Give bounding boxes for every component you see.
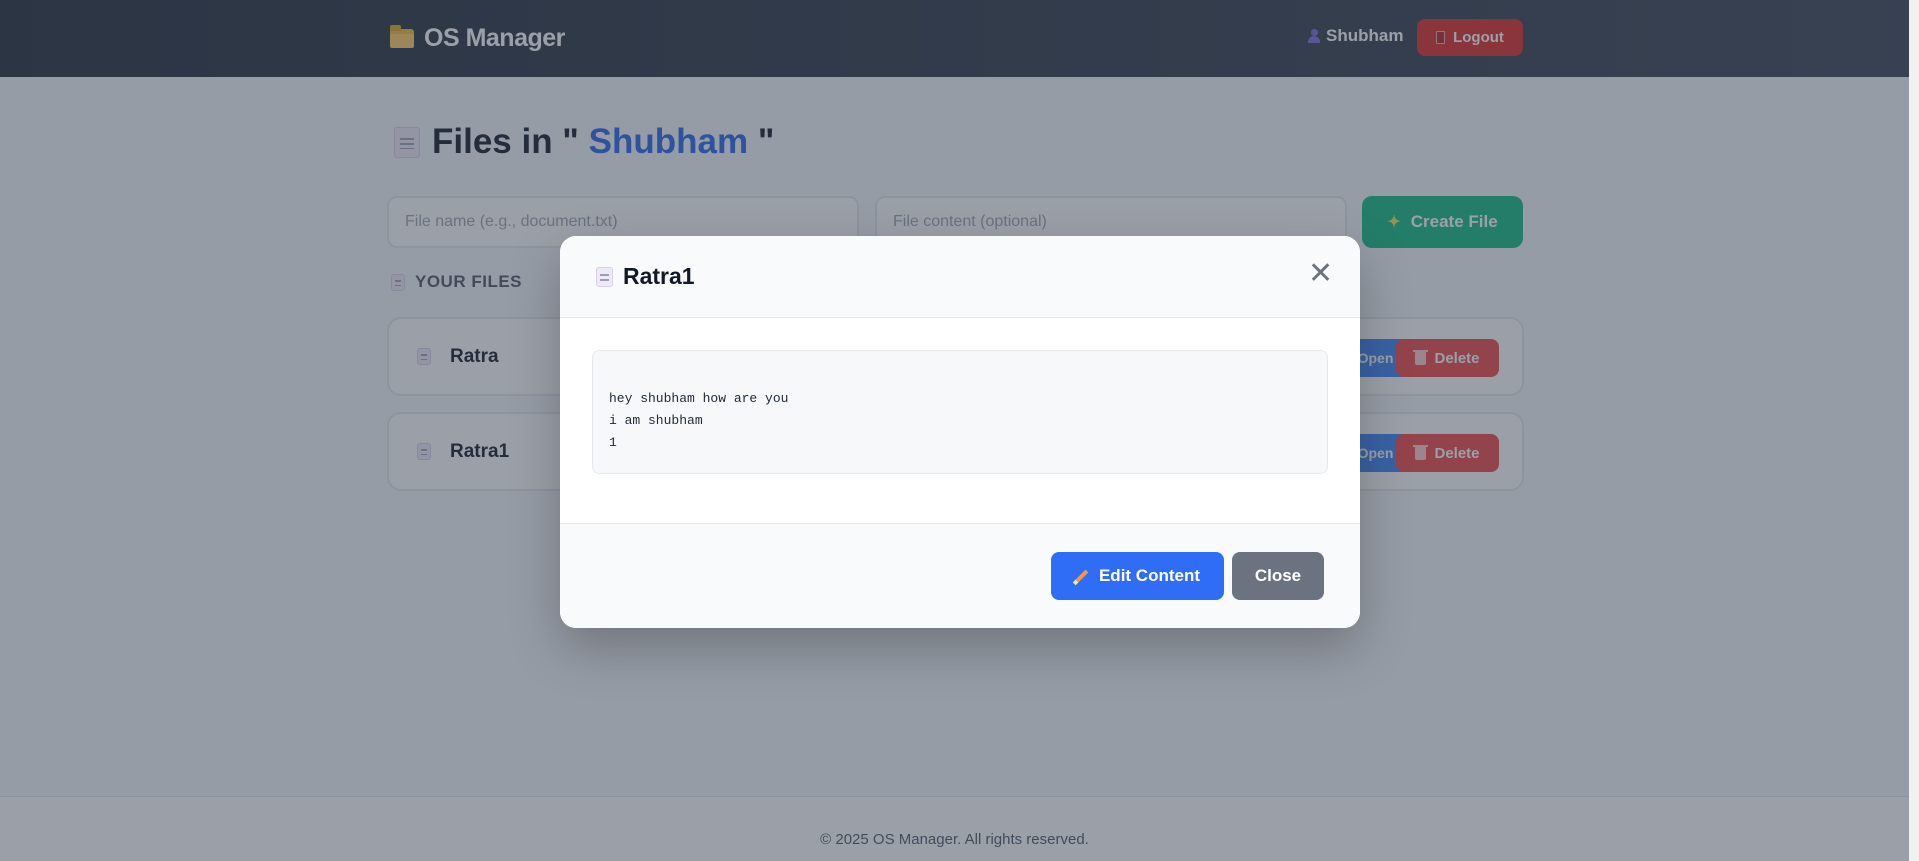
edit-content-button[interactable]: Edit Content [1051,552,1224,600]
file-view-modal: Ratra1 ✕ hey shubham how are you i am sh… [560,236,1360,628]
pencil-icon [1075,569,1089,583]
modal-title-text: Ratra1 [623,263,695,289]
close-icon[interactable]: ✕ [1308,259,1333,289]
scrollbar[interactable] [1909,0,1919,861]
close-button[interactable]: Close [1232,552,1324,600]
document-icon [596,266,613,287]
modal-footer: Edit Content Close [560,523,1360,628]
content-line: hey shubham how are you [609,391,789,406]
content-line: i am shubham [609,413,703,428]
modal-header: Ratra1 ✕ [560,236,1360,318]
content-line: 1 [609,435,617,450]
edit-label: Edit Content [1098,566,1201,585]
file-content: hey shubham how are you i am shubham 1 [592,350,1328,474]
modal-title: Ratra1 [596,263,695,290]
